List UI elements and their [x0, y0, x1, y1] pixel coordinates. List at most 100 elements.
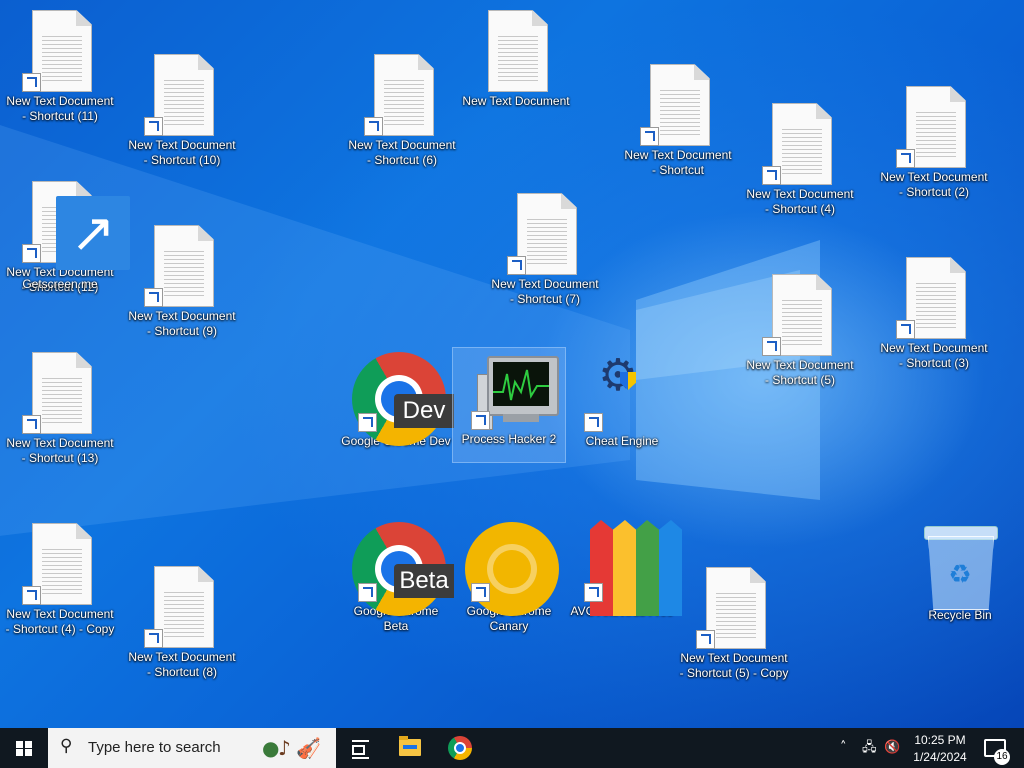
clock-time: 10:25 PM: [914, 733, 966, 747]
chrome-icon: [448, 736, 472, 760]
notification-center-button[interactable]: 16: [980, 728, 1024, 768]
network-icon[interactable]: 🖧: [862, 740, 877, 756]
desktop-icon-text-shortcut[interactable]: New Text Document - Shortcut: [622, 64, 734, 178]
shortcut-arrow-icon: [22, 244, 41, 263]
text-document-icon: [144, 566, 214, 650]
icon-label: Cheat Engine: [585, 434, 659, 448]
text-document-icon: [640, 64, 710, 148]
icon-label: New Text Document - Shortcut (10): [128, 138, 236, 167]
desktop-icon-text-shortcut-7[interactable]: New Text Document - Shortcut (7): [489, 193, 601, 307]
desktop-icon-text-shortcut-4-copy[interactable]: New Text Document - Shortcut (4) - Copy: [4, 523, 116, 637]
icon-label: New Text Document - Shortcut (6): [348, 138, 456, 167]
search-icon: ⚲: [60, 736, 73, 756]
desktop-icon-text-shortcut-9[interactable]: New Text Document - Shortcut (9): [126, 225, 238, 339]
text-document-icon: [22, 523, 92, 607]
chrome-dev-icon: Dev: [352, 350, 454, 446]
desktop-icon-chrome-beta[interactable]: Beta Google Chrome Beta: [340, 520, 454, 634]
task-view-icon: [352, 740, 369, 759]
icon-label: New Text Document - Shortcut (8): [128, 650, 236, 679]
shortcut-arrow-icon: [144, 629, 163, 648]
shortcut-arrow-icon: [584, 583, 603, 602]
folder-icon: [399, 736, 421, 756]
taskbar: ⚲ Type here to search ● ♪ 🎻 ˄ 🖧 🔇 10:25 …: [0, 728, 1024, 768]
process-hacker-icon: [471, 348, 559, 432]
icon-label: New Text Document - Shortcut (5) - Copy: [679, 651, 789, 680]
icon-label: New Text Document - Shortcut (4): [746, 187, 854, 216]
shortcut-arrow-icon: [144, 117, 163, 136]
windows-logo-icon: [16, 741, 32, 756]
icon-label: New Text Document - Shortcut (2): [880, 170, 988, 199]
desktop: New Text Document - Shortcut (11) New Te…: [0, 0, 1024, 728]
icon-label: New Text Document - Shortcut (11): [6, 94, 114, 123]
desktop-icon-text-shortcut-4[interactable]: New Text Document - Shortcut (4): [744, 103, 856, 217]
shortcut-arrow-icon: [896, 149, 915, 168]
start-button[interactable]: [0, 728, 48, 768]
desktop-icon-text-shortcut-13[interactable]: New Text Document - Shortcut (13): [4, 352, 116, 466]
volume-muted-icon[interactable]: 🔇: [884, 740, 900, 756]
shortcut-arrow-icon: [22, 73, 41, 92]
text-document-icon: [696, 567, 766, 651]
icon-label: New Text Document - Shortcut (5): [746, 358, 854, 387]
desktop-icon-cheat-engine[interactable]: ⚙ Cheat Engine: [566, 350, 678, 449]
desktop-icon-text-shortcut-10[interactable]: New Text Document - Shortcut (10): [126, 54, 238, 168]
shortcut-arrow-icon: [762, 166, 781, 185]
desktop-icon-text-shortcut-11[interactable]: New Text Document - Shortcut (11): [4, 10, 116, 124]
shortcut-arrow-icon: [471, 411, 490, 430]
shortcut-arrow-icon: [364, 117, 383, 136]
shortcut-arrow-icon: [22, 415, 41, 434]
desktop-icon-text-shortcut-8[interactable]: New Text Document - Shortcut (8): [126, 566, 238, 680]
text-document-icon: [144, 225, 214, 309]
chevron-up-icon[interactable]: ˄: [840, 740, 847, 756]
desktop-icon-chrome-dev[interactable]: Dev Google Chrome Dev: [340, 350, 454, 449]
shortcut-arrow-icon: [358, 413, 377, 432]
text-document-icon: [484, 10, 548, 94]
text-document-icon: [507, 193, 577, 277]
desktop-icon-avg-antivirus[interactable]: AVG AntiVirus Free: [566, 520, 682, 619]
desktop-icon-recycle-bin[interactable]: ♻ Recycle Bin: [904, 524, 1016, 623]
shortcut-arrow-icon: [640, 127, 659, 146]
recycle-bin-icon: ♻: [924, 524, 998, 610]
taskbar-clock[interactable]: 10:25 PM 1/24/2024: [900, 728, 980, 768]
desktop-icon-text-shortcut-5-copy[interactable]: New Text Document - Shortcut (5) - Copy: [678, 567, 790, 681]
icon-label: New Text Document - Shortcut: [624, 148, 732, 177]
task-view-button[interactable]: [336, 728, 384, 768]
search-input[interactable]: Type here to search: [88, 740, 221, 756]
shortcut-arrow-icon: [896, 320, 915, 339]
shortcut-arrow-icon: [144, 288, 163, 307]
desktop-icon-process-hacker[interactable]: Process Hacker 2: [452, 347, 566, 463]
text-document-icon: [762, 274, 832, 358]
cheat-engine-icon: ⚙: [584, 350, 654, 434]
notification-count-badge: 16: [994, 749, 1010, 765]
desktop-icon-text-shortcut-5[interactable]: New Text Document - Shortcut (5): [744, 274, 856, 388]
text-document-icon: [22, 10, 92, 94]
desktop-icon-text-document[interactable]: New Text Document: [460, 10, 572, 109]
icon-label: Process Hacker 2: [461, 432, 557, 446]
icon-label: Getscreen.me: [22, 277, 98, 291]
shortcut-arrow-icon: [358, 583, 377, 602]
chrome-canary-icon: [465, 520, 559, 616]
chrome-taskbar-button[interactable]: [436, 728, 484, 768]
shortcut-arrow-icon: [584, 413, 603, 432]
text-document-icon: [896, 86, 966, 170]
desktop-icon-chrome-canary[interactable]: Google Chrome Canary: [453, 520, 565, 634]
icon-label: New Text Document: [462, 94, 570, 108]
icon-label: New Text Document - Shortcut (9): [128, 309, 236, 338]
chrome-beta-icon: Beta: [352, 520, 454, 616]
text-document-icon: [896, 257, 966, 341]
recycle-icon: ♻: [948, 559, 972, 589]
clock-date: 1/24/2024: [913, 750, 967, 764]
shortcut-arrow-icon: [696, 630, 715, 649]
text-document-icon: [364, 54, 434, 138]
avg-antivirus-icon: [584, 520, 682, 616]
search-highlight-icon: ● ♪ 🎻: [262, 736, 321, 760]
file-explorer-button[interactable]: [386, 728, 434, 768]
taskbar-search-box[interactable]: ⚲ Type here to search ● ♪ 🎻: [48, 728, 336, 768]
desktop-icon-text-shortcut-3[interactable]: New Text Document - Shortcut (3): [878, 257, 990, 371]
icon-label: New Text Document - Shortcut (3): [880, 341, 988, 370]
shortcut-arrow-icon: [471, 583, 490, 602]
desktop-icon-text-shortcut-6[interactable]: New Text Document - Shortcut (6): [346, 54, 458, 168]
icon-label: New Text Document - Shortcut (4) - Copy: [5, 607, 115, 636]
shortcut-arrow-icon: [762, 337, 781, 356]
desktop-icon-text-shortcut-2[interactable]: New Text Document - Shortcut (2): [878, 86, 990, 200]
text-document-icon: [22, 352, 92, 436]
